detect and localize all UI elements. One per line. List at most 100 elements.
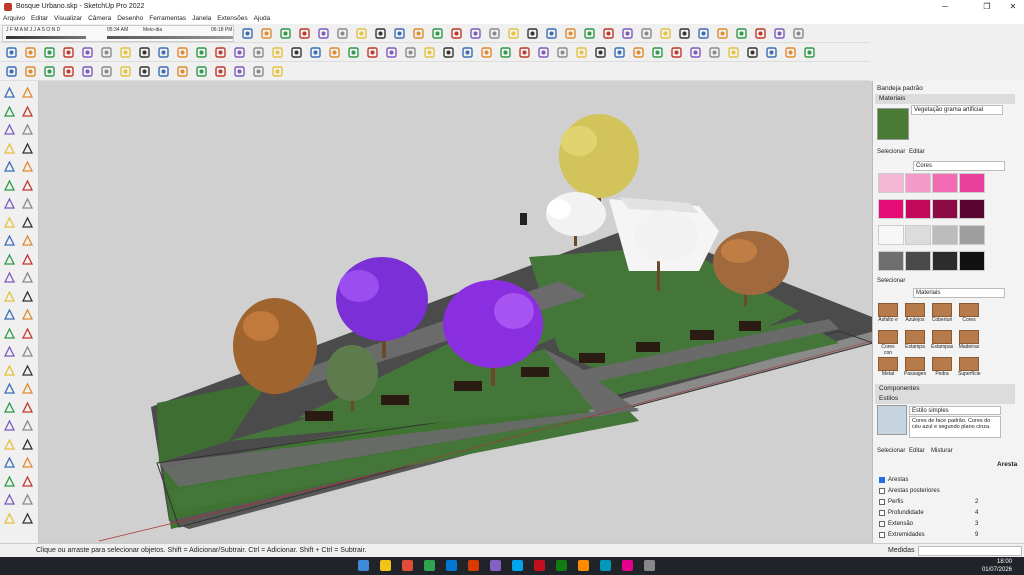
- tab-materials-select[interactable]: Selecionar: [877, 149, 905, 155]
- material-folder-item[interactable]: Estampas: [931, 330, 953, 356]
- left-tool-icon-5[interactable]: [20, 122, 35, 137]
- left-tool-icon-39[interactable]: [20, 437, 35, 452]
- left-tool-icon-15[interactable]: [20, 215, 35, 230]
- tb3-tool-icon-0[interactable]: [4, 64, 19, 79]
- tb3-tool-icon-3[interactable]: [61, 64, 76, 79]
- left-tool-icon-11[interactable]: [20, 178, 35, 193]
- tb2-tool-icon-22[interactable]: [422, 45, 437, 60]
- tb2-tool-icon-27[interactable]: [517, 45, 532, 60]
- tb1-tool-icon-24[interactable]: [696, 26, 711, 41]
- taskbar-app-icon[interactable]: [622, 560, 633, 571]
- left-tool-icon-14[interactable]: [2, 215, 17, 230]
- tb2-tool-icon-2[interactable]: [42, 45, 57, 60]
- left-tool-icon-45[interactable]: [20, 492, 35, 507]
- material-folder-item[interactable]: Passagen: [904, 357, 926, 383]
- tb3-tool-icon-5[interactable]: [99, 64, 114, 79]
- tb2-tool-icon-13[interactable]: [251, 45, 266, 60]
- taskbar-app-icon[interactable]: [424, 560, 435, 571]
- tb1-tool-icon-13[interactable]: [487, 26, 502, 41]
- left-tool-icon-28[interactable]: [2, 344, 17, 359]
- checkbox[interactable]: [879, 488, 885, 494]
- checkbox[interactable]: [879, 499, 885, 505]
- tab-styles-select[interactable]: Selecionar: [877, 448, 905, 454]
- tb3-tool-icon-9[interactable]: [175, 64, 190, 79]
- left-tool-icon-13[interactable]: [20, 196, 35, 211]
- menu-janela[interactable]: Janela: [192, 15, 211, 22]
- tb2-tool-icon-28[interactable]: [536, 45, 551, 60]
- tb1-tool-icon-2[interactable]: [278, 26, 293, 41]
- tb2-tool-icon-4[interactable]: [80, 45, 95, 60]
- left-tool-icon-40[interactable]: [2, 455, 17, 470]
- edge-option-4[interactable]: Extensão 3: [879, 521, 978, 527]
- tb1-tool-icon-21[interactable]: [639, 26, 654, 41]
- maximize-button[interactable]: ❐: [976, 0, 998, 13]
- tb2-tool-icon-16[interactable]: [308, 45, 323, 60]
- tb2-tool-icon-21[interactable]: [403, 45, 418, 60]
- tb1-tool-icon-0[interactable]: [240, 26, 255, 41]
- tb1-tool-icon-9[interactable]: [411, 26, 426, 41]
- left-tool-icon-43[interactable]: [20, 474, 35, 489]
- checkbox[interactable]: [879, 532, 885, 538]
- tb1-tool-icon-29[interactable]: [791, 26, 806, 41]
- color-swatch[interactable]: [878, 225, 904, 245]
- material-folder-item[interactable]: Metal: [877, 357, 899, 383]
- left-tool-icon-30[interactable]: [2, 363, 17, 378]
- left-tool-icon-0[interactable]: [2, 85, 17, 100]
- menu-desenho[interactable]: Desenho: [117, 15, 143, 22]
- material-folder-item[interactable]: Azulejos: [904, 303, 926, 329]
- tab-styles-mix[interactable]: Misturar: [931, 448, 953, 454]
- left-tool-icon-36[interactable]: [2, 418, 17, 433]
- components-header[interactable]: Componentes: [875, 384, 1015, 394]
- tb2-tool-icon-3[interactable]: [61, 45, 76, 60]
- left-tool-icon-7[interactable]: [20, 141, 35, 156]
- material-folder-item[interactable]: Cores con: [877, 330, 899, 356]
- month-slider[interactable]: [6, 36, 86, 39]
- tb2-tool-icon-30[interactable]: [574, 45, 589, 60]
- tb2-tool-icon-31[interactable]: [593, 45, 608, 60]
- tb2-tool-icon-40[interactable]: [764, 45, 779, 60]
- taskbar-app-icon[interactable]: [578, 560, 589, 571]
- left-tool-icon-18[interactable]: [2, 252, 17, 267]
- left-tool-icon-35[interactable]: [20, 400, 35, 415]
- tb2-tool-icon-8[interactable]: [156, 45, 171, 60]
- tb3-tool-icon-10[interactable]: [194, 64, 209, 79]
- left-tool-icon-47[interactable]: [20, 511, 35, 526]
- menu-ajuda[interactable]: Ajuda: [254, 15, 271, 22]
- color-swatch[interactable]: [959, 225, 985, 245]
- tab-materials-edit[interactable]: Editar: [909, 149, 925, 155]
- tb2-tool-icon-20[interactable]: [384, 45, 399, 60]
- material-folder-item[interactable]: Pedra: [931, 357, 953, 383]
- tb1-tool-icon-11[interactable]: [449, 26, 464, 41]
- close-button[interactable]: ✕: [1002, 0, 1024, 13]
- tb1-tool-icon-22[interactable]: [658, 26, 673, 41]
- edge-option-3[interactable]: Profundidade 4: [879, 510, 978, 516]
- material-folder-item[interactable]: Coberturi: [931, 303, 953, 329]
- tb1-tool-icon-12[interactable]: [468, 26, 483, 41]
- left-tool-icon-34[interactable]: [2, 400, 17, 415]
- menu-editar[interactable]: Editar: [31, 15, 48, 22]
- tb3-tool-icon-2[interactable]: [42, 64, 57, 79]
- tb2-tool-icon-12[interactable]: [232, 45, 247, 60]
- tb3-tool-icon-6[interactable]: [118, 64, 133, 79]
- edge-option-0[interactable]: Arestas: [879, 477, 908, 483]
- tb1-tool-icon-25[interactable]: [715, 26, 730, 41]
- edge-option-value[interactable]: 3: [975, 521, 978, 527]
- tb2-tool-icon-10[interactable]: [194, 45, 209, 60]
- menu-camera[interactable]: Câmera: [88, 15, 111, 22]
- tb1-tool-icon-16[interactable]: [544, 26, 559, 41]
- tb2-tool-icon-38[interactable]: [726, 45, 741, 60]
- left-tool-icon-4[interactable]: [2, 122, 17, 137]
- tb2-tool-icon-1[interactable]: [23, 45, 38, 60]
- edge-option-value[interactable]: 2: [975, 499, 978, 505]
- left-tool-icon-6[interactable]: [2, 141, 17, 156]
- material-folder-item[interactable]: Asfalto e: [877, 303, 899, 329]
- tb1-tool-icon-18[interactable]: [582, 26, 597, 41]
- style-name-field[interactable]: Estilo simples: [909, 406, 1001, 415]
- tb3-tool-icon-12[interactable]: [232, 64, 247, 79]
- tb2-tool-icon-14[interactable]: [270, 45, 285, 60]
- taskbar-app-icon[interactable]: [644, 560, 655, 571]
- left-tool-icon-22[interactable]: [2, 289, 17, 304]
- tb2-tool-icon-6[interactable]: [118, 45, 133, 60]
- color-swatch[interactable]: [959, 173, 985, 193]
- left-tool-icon-16[interactable]: [2, 233, 17, 248]
